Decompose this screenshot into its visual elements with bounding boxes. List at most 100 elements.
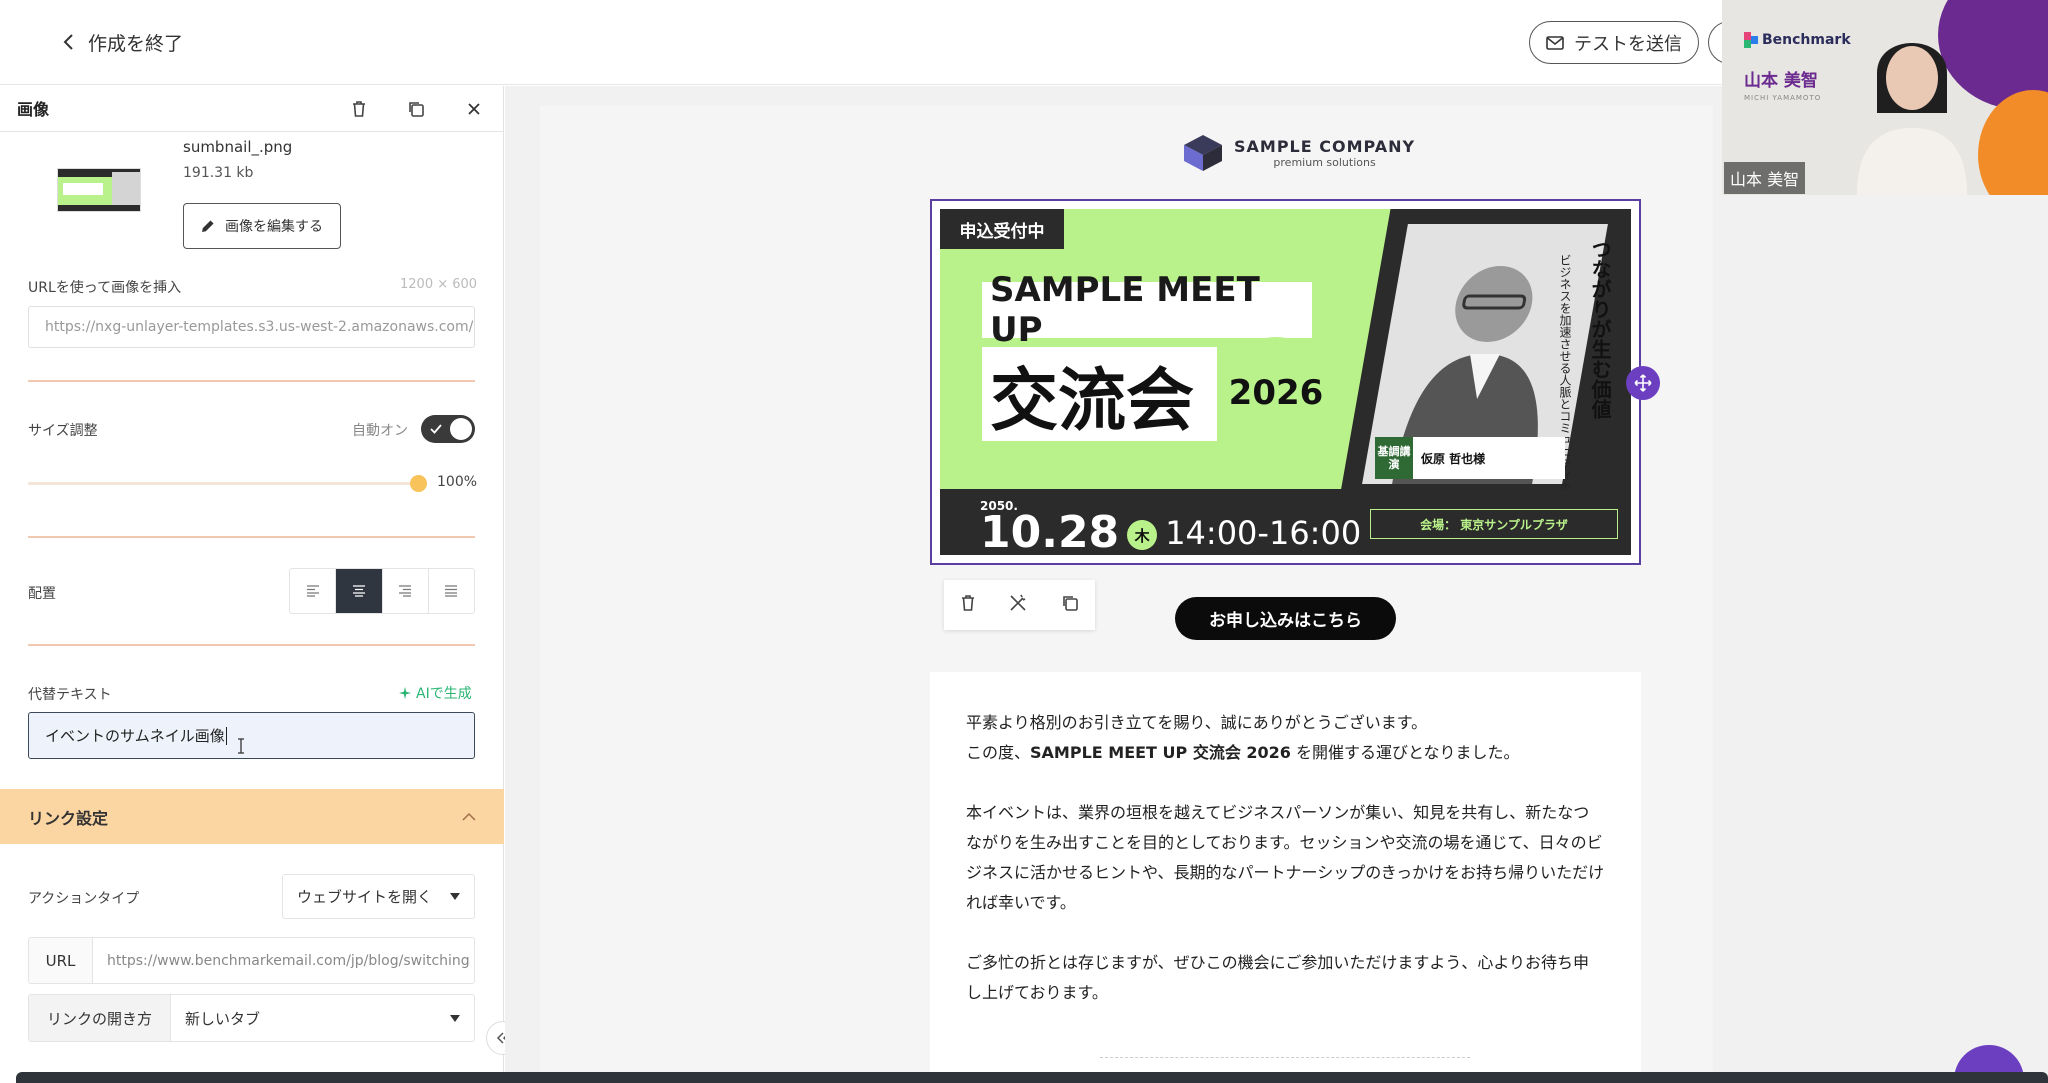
apply-cta-button[interactable]: お申し込みはこちら bbox=[1175, 597, 1396, 640]
image-url-label: URLを使って画像を挿入 bbox=[28, 280, 182, 296]
mail-icon bbox=[1546, 35, 1564, 50]
align-justify-button[interactable] bbox=[429, 569, 474, 613]
speaker-card: 基調講演 仮原 哲也様 bbox=[1375, 437, 1565, 479]
link-target-value: 新しいタブ bbox=[185, 1009, 261, 1028]
logo-title: SAMPLE COMPANY bbox=[1234, 137, 1416, 156]
ai-generate-label: AIで生成 bbox=[416, 686, 472, 702]
size-slider-handle[interactable] bbox=[410, 475, 427, 492]
image-dimensions: 1200 × 600 bbox=[400, 277, 478, 292]
link-url-input[interactable]: https://www.benchmarkemail.com/jp/blog/s… bbox=[93, 938, 474, 983]
link-target-select[interactable]: 新しいタブ bbox=[171, 995, 474, 1041]
event-weekday: 木 bbox=[1127, 520, 1158, 550]
benchmark-logo-icon bbox=[1744, 32, 1758, 48]
close-panel-button[interactable] bbox=[459, 94, 489, 124]
event-time: 14:00-16:00 bbox=[1165, 514, 1362, 552]
event-date-year: 2050. bbox=[980, 499, 1018, 513]
duplicate-block-button[interactable] bbox=[401, 94, 431, 124]
company-logo-icon bbox=[1184, 135, 1222, 171]
block-toolbar bbox=[944, 580, 1095, 630]
section-divider bbox=[28, 644, 475, 646]
text-cursor-icon bbox=[238, 738, 244, 754]
alt-text-label: 代替テキスト bbox=[28, 687, 112, 703]
content-divider bbox=[1100, 1057, 1470, 1058]
check-icon bbox=[430, 424, 442, 434]
magic-wand-icon bbox=[1010, 594, 1027, 611]
auto-size-label: 自動オン bbox=[352, 423, 408, 439]
ai-generate-button[interactable]: AIで生成 bbox=[398, 683, 472, 703]
align-justify-icon bbox=[445, 585, 458, 597]
send-test-label: テストを送信 bbox=[1574, 33, 1682, 55]
company-logo[interactable]: SAMPLE COMPANY premium solutions bbox=[1182, 133, 1415, 173]
image-url-input[interactable]: https://nxg-unlayer-templates.s3.us-west… bbox=[28, 306, 475, 348]
presenter-name-en: MICHI YAMAMOTO bbox=[1744, 94, 1822, 102]
caret-down-icon bbox=[450, 1014, 460, 1022]
alignment-label: 配置 bbox=[28, 586, 56, 602]
banner-title: SAMPLE MEET UP bbox=[982, 270, 1312, 350]
block-duplicate-button[interactable] bbox=[1061, 594, 1079, 616]
alt-text-input[interactable]: イベントのサムネイル画像 bbox=[28, 712, 475, 759]
edit-image-button[interactable]: 画像を編集する bbox=[183, 203, 341, 249]
banner-vertical-tagline: つながりが生む価値 bbox=[1588, 239, 1612, 419]
toggle-knob bbox=[450, 418, 472, 440]
move-icon bbox=[1634, 374, 1652, 392]
event-venue: 会場： 東京サンプルプラザ bbox=[1370, 509, 1618, 539]
section-divider bbox=[28, 536, 475, 538]
link-settings-header[interactable]: リンク設定 bbox=[0, 789, 504, 844]
copy-icon bbox=[1063, 596, 1078, 611]
exit-editor-link[interactable]: 作成を終了 bbox=[62, 24, 183, 60]
video-decor-orange bbox=[1978, 90, 2048, 195]
caret-down-icon bbox=[450, 893, 460, 900]
speaker-tag: 基調講演 bbox=[1375, 437, 1413, 479]
event-banner-image: 申込受付中 SAMPLE MEET UP 交流会 2026 つながりが生む価値 … bbox=[940, 209, 1631, 555]
event-name-bold: SAMPLE MEET UP 交流会 2026 bbox=[1030, 743, 1291, 762]
intro-tail: を開催する運びとなりました。 bbox=[1290, 743, 1520, 762]
pencil-icon bbox=[202, 220, 214, 232]
banner-main-title: 交流会 bbox=[982, 347, 1217, 441]
align-right-icon bbox=[399, 585, 412, 597]
action-type-label: アクションタイプ bbox=[28, 891, 140, 907]
copy-icon bbox=[409, 102, 424, 117]
video-brand: Benchmark bbox=[1744, 32, 1851, 48]
edit-image-label: 画像を編集する bbox=[225, 219, 323, 235]
link-settings-label: リンク設定 bbox=[28, 808, 109, 828]
greeting-paragraph: 平素より格別のお引き立てを賜り、誠にありがとうございます。 この度、SAMPLE… bbox=[966, 708, 1605, 768]
action-type-value: ウェブサイトを開く bbox=[297, 888, 433, 906]
image-thumbnail bbox=[57, 168, 141, 212]
panel-header-divider bbox=[0, 131, 504, 132]
alignment-group bbox=[289, 568, 475, 614]
description-paragraph: 本イベントは、業界の垣根を越えてビジネスパーソンが集い、知見を共有し、新たなつな… bbox=[966, 803, 1605, 912]
section-divider bbox=[28, 380, 475, 382]
block-delete-button[interactable] bbox=[960, 594, 976, 616]
move-block-handle[interactable] bbox=[1626, 366, 1660, 400]
close-icon bbox=[468, 103, 480, 115]
action-type-select[interactable]: ウェブサイトを開く bbox=[282, 874, 475, 919]
align-center-icon bbox=[352, 585, 365, 597]
panel-title: 画像 bbox=[17, 100, 50, 119]
logo-subtitle: premium solutions bbox=[1273, 156, 1376, 169]
file-name: sumbnail_.png bbox=[183, 138, 293, 156]
email-text-block[interactable]: 平素より格別のお引き立てを賜り、誠にありがとうございます。 この度、SAMPLE… bbox=[930, 672, 1641, 1083]
block-unlink-button[interactable] bbox=[1008, 593, 1028, 617]
link-url-row: URL https://www.benchmarkemail.com/jp/bl… bbox=[28, 937, 475, 984]
size-slider-track[interactable] bbox=[28, 482, 418, 485]
intro-lead: この度、 bbox=[966, 743, 1031, 762]
delete-block-button[interactable] bbox=[344, 94, 374, 124]
sparkle-icon bbox=[399, 687, 411, 699]
chevron-up-icon bbox=[462, 812, 476, 821]
send-test-button[interactable]: テストを送信 bbox=[1529, 21, 1699, 64]
selected-image-block[interactable]: 申込受付中 SAMPLE MEET UP 交流会 2026 つながりが生む価値 … bbox=[930, 199, 1641, 565]
align-right-button[interactable] bbox=[383, 569, 429, 613]
link-target-row: リンクの開き方 新しいタブ bbox=[28, 994, 475, 1042]
speaker-name: 仮原 哲也様 bbox=[1421, 451, 1486, 466]
size-adjust-label: サイズ調整 bbox=[28, 423, 98, 439]
size-percent: 100% bbox=[437, 474, 478, 490]
video-brand-text: Benchmark bbox=[1762, 32, 1851, 48]
align-left-button[interactable] bbox=[290, 569, 337, 613]
presenter-label: 山本 美智 bbox=[1724, 162, 1806, 194]
presenter-video: Benchmark 山本 美智 MICHI YAMAMOTO 山本 美智 bbox=[1722, 0, 2048, 195]
link-url-label: URL bbox=[29, 938, 93, 983]
closing-paragraph: ご多忙の折とは存じますが、ぜひこの機会にご参加いただけますよう、心よりお待ち申し… bbox=[966, 953, 1590, 1002]
exit-editor-label: 作成を終了 bbox=[88, 32, 184, 55]
align-center-button[interactable] bbox=[336, 569, 383, 613]
auto-size-toggle[interactable] bbox=[421, 415, 475, 443]
